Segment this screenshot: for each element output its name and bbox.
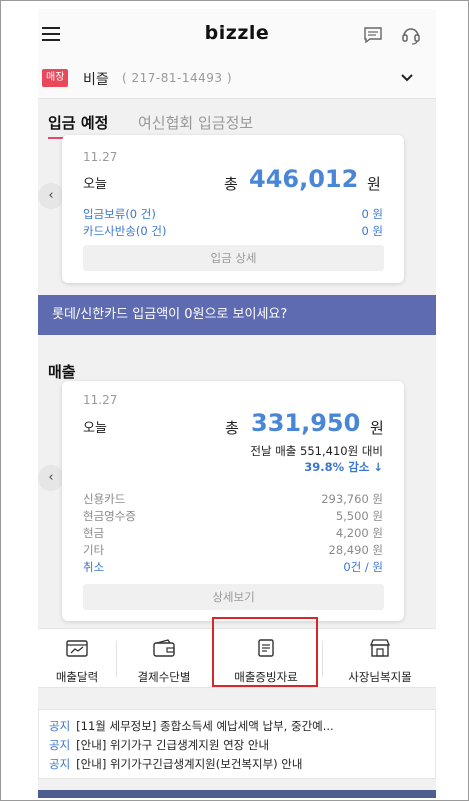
- shortcut-label: 결제수단별: [137, 670, 191, 684]
- shortcut-label: 매출달력: [55, 670, 99, 684]
- shortcut-sales-calendar[interactable]: 매출달력: [38, 629, 116, 689]
- cancel-label: 취소: [83, 560, 105, 574]
- chat-icon[interactable]: [364, 27, 382, 43]
- sales-card: 11.27 오늘 총 331,950 원 전날 매출 551,410원 대비 3…: [62, 381, 404, 621]
- cash-value: 4,200 원: [335, 526, 383, 540]
- wallet-icon: [153, 639, 175, 657]
- deposit-total-prefix: 총: [224, 175, 238, 193]
- sales-total-prefix: 총: [225, 419, 239, 437]
- shortcut-owner-mall[interactable]: 사장님복지몰: [324, 629, 436, 689]
- deposit-hold-value: 0 원: [361, 207, 383, 221]
- tab-card-association-deposit[interactable]: 여신협회 입금정보: [138, 112, 253, 133]
- app-screen: bizzle 매장 비즐 ( 217-81-14493 ) 입금 예정 여신협회…: [38, 9, 436, 798]
- previous-day-comparison: 전날 매출 551,410원 대비: [250, 444, 383, 458]
- shortcut-payment-method[interactable]: 결제수단별: [118, 629, 210, 689]
- deposit-date: 11.27: [83, 150, 118, 164]
- notice-text: [11월 세무정보] 종합소득세 예납세액 납부, 중간예...: [76, 719, 334, 733]
- card-return-value: 0 원: [361, 224, 383, 238]
- notice-item[interactable]: 공지 [11월 세무정보] 종합소득세 예납세액 납부, 중간예...: [49, 718, 427, 734]
- cancel-value: 0건 / 원: [343, 560, 383, 574]
- notice-tag: 공지: [49, 757, 71, 771]
- notice-item[interactable]: 공지 [안내] 위기가구 긴급생계지원 연장 안내: [49, 737, 427, 753]
- sales-today-label: 오늘: [83, 421, 107, 436]
- shortcut-label: 사장님복지몰: [348, 670, 412, 684]
- store-type-badge: 매장: [42, 69, 69, 87]
- calendar-chart-icon: [66, 640, 88, 657]
- top-bar: bizzle: [38, 9, 436, 61]
- deposit-hold-label: 입금보류(0 건): [83, 207, 156, 221]
- sales-date: 11.27: [83, 393, 118, 407]
- cash-receipt-label: 현금영수증: [83, 509, 136, 523]
- credit-card-label: 신용카드: [83, 492, 126, 506]
- other-label: 기타: [83, 543, 105, 557]
- sales-section-title: 매출: [48, 363, 76, 381]
- notice-text: [안내] 위기가구 긴급생계지원 연장 안내: [76, 738, 270, 752]
- sales-prev-button[interactable]: ‹: [38, 465, 64, 491]
- notice-tag: 공지: [49, 719, 71, 733]
- notice-text: [안내] 위기가구긴급생계지원(보건복지부) 안내: [76, 757, 303, 771]
- cash-receipt-value: 5,500 원: [335, 509, 383, 523]
- business-number: ( 217-81-14493 ): [122, 71, 232, 85]
- divider: [322, 641, 323, 677]
- deposit-detail-button[interactable]: 입금 상세: [83, 245, 384, 271]
- notice-list: 공지 [11월 세무정보] 종합소득세 예납세액 납부, 중간예... 공지 [안내…: [38, 709, 436, 779]
- store-selector[interactable]: 매장 비즐 ( 217-81-14493 ): [38, 61, 436, 99]
- sales-change-rate: 39.8% 감소 ↓: [304, 460, 383, 474]
- other-value: 28,490 원: [328, 543, 383, 557]
- sales-total-unit: 원: [370, 419, 384, 437]
- deposit-total-unit: 원: [367, 175, 381, 193]
- deposit-card: 11.27 오늘 총 446,012 원 입금보류(0 건) 0 원 카드사반송…: [62, 135, 404, 283]
- shop-icon: [370, 639, 390, 657]
- sales-detail-button[interactable]: 상세보기: [83, 584, 384, 610]
- cash-label: 현금: [83, 526, 105, 540]
- sales-total-amount: 331,950: [251, 409, 361, 437]
- chevron-down-icon[interactable]: [400, 73, 414, 83]
- headset-icon[interactable]: [401, 25, 421, 45]
- bottom-bar: [38, 790, 436, 798]
- screenshot-frame: bizzle 매장 비즐 ( 217-81-14493 ) 입금 예정 여신협회…: [0, 0, 469, 801]
- deposit-total-amount: 446,012: [249, 165, 359, 193]
- notice-item[interactable]: 공지 [안내] 위기가구긴급생계지원(보건복지부) 안내: [49, 756, 427, 772]
- divider: [116, 641, 117, 677]
- highlight-box: [212, 617, 318, 687]
- card-return-label: 카드사반송(0 건): [83, 224, 167, 238]
- deposit-prev-button[interactable]: ‹: [38, 183, 64, 209]
- notice-tag: 공지: [49, 738, 71, 752]
- store-name: 비즐: [83, 72, 109, 88]
- credit-card-value: 293,760 원: [321, 492, 383, 506]
- notice-banner[interactable]: 롯데/신한카드 입금액이 0원으로 보이세요?: [38, 295, 436, 335]
- deposit-today-label: 오늘: [83, 177, 107, 192]
